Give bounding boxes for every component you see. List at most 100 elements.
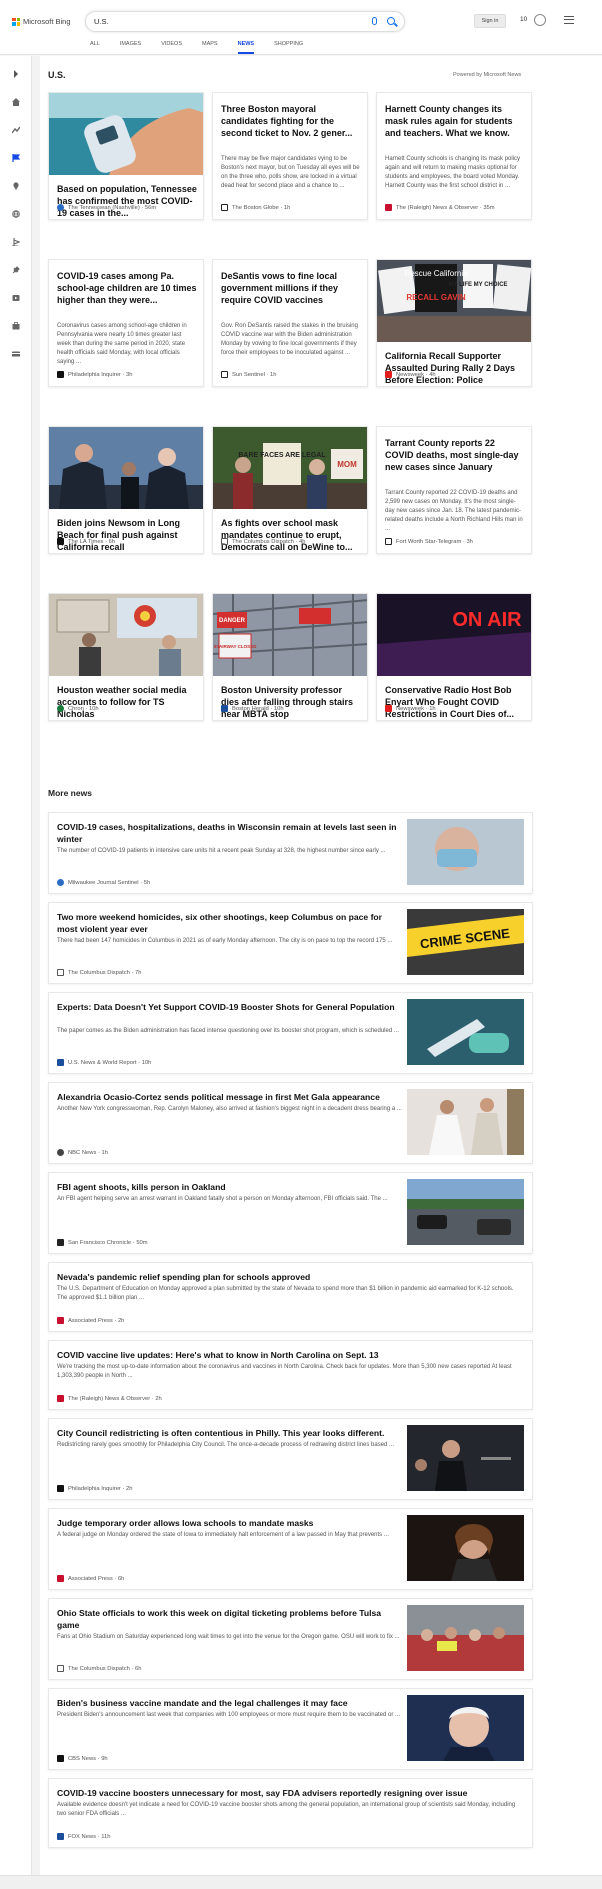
hamburger-menu-icon[interactable] [564, 16, 574, 24]
card-source[interactable]: Chron · 10h [57, 705, 99, 712]
news-list-item[interactable]: Alexandria Ocasio-Cortez sends political… [48, 1082, 533, 1164]
card-headline[interactable]: Harnett County changes its mask rules ag… [385, 103, 525, 151]
tab-videos[interactable]: VIDEOS [161, 41, 182, 54]
list-source[interactable]: FOX News · 11h [57, 1833, 110, 1840]
news-list-item[interactable]: COVID-19 cases, hospitalizations, deaths… [48, 812, 533, 894]
card-headline[interactable]: California Recall Supporter Assaulted Du… [385, 350, 525, 386]
news-card[interactable]: Three Boston mayoral candidates fighting… [212, 92, 368, 220]
card-headline[interactable]: Biden joins Newsom in Long Beach for fin… [57, 517, 197, 553]
list-source[interactable]: Philadelphia Inquirer · 2h [57, 1485, 132, 1492]
card-headline[interactable]: DeSantis vows to fine local government m… [221, 270, 361, 318]
tab-all[interactable]: ALL [90, 41, 100, 54]
card-source[interactable]: The Boston Globe · 1h [221, 204, 290, 211]
list-source[interactable]: NBC News · 1h [57, 1149, 108, 1156]
news-card[interactable]: DeSantis vows to fine local government m… [212, 259, 368, 387]
globe-icon[interactable] [12, 210, 20, 218]
list-headline[interactable]: City Council redistricting is often cont… [57, 1427, 402, 1439]
card-source[interactable]: The Tennessean (Nashville) · 56m [57, 204, 156, 211]
news-list-item[interactable]: COVID vaccine live updates: Here's what … [48, 1340, 533, 1410]
news-list-item[interactable]: Nevada's pandemic relief spending plan f… [48, 1262, 533, 1332]
list-headline[interactable]: Experts: Data Doesn't Yet Support COVID-… [57, 1001, 402, 1013]
tab-shopping[interactable]: SHOPPING [274, 41, 303, 54]
trending-icon[interactable] [12, 126, 20, 134]
list-source[interactable]: San Francisco Chronicle · 50m [57, 1239, 148, 1246]
news-card[interactable]: DANGER STAIRWAY CLOSED Boston University… [212, 593, 368, 721]
news-list-item[interactable]: Judge temporary order allows Iowa school… [48, 1508, 533, 1590]
source-logo-icon [385, 705, 392, 712]
card-source[interactable]: Boston Herald · 10h [221, 705, 284, 712]
card-source[interactable]: Newsweek · 1h [385, 705, 436, 712]
list-headline[interactable]: Nevada's pandemic relief spending plan f… [57, 1271, 517, 1283]
money-icon[interactable] [12, 350, 20, 358]
card-source[interactable]: The (Raleigh) News & Observer · 35m [385, 204, 495, 211]
list-headline[interactable]: Alexandria Ocasio-Cortez sends political… [57, 1091, 402, 1103]
tab-maps[interactable]: MAPS [202, 41, 218, 54]
card-source[interactable]: The Columbus Dispatch · 4h [221, 538, 305, 545]
card-headline[interactable]: As fights over school mask mandates cont… [221, 517, 361, 553]
list-headline[interactable]: COVID-19 vaccine boosters unnecessary fo… [57, 1787, 517, 1799]
news-card[interactable]: Tarrant County reports 22 COVID deaths, … [376, 426, 532, 554]
news-card[interactable]: Biden joins Newsom in Long Beach for fin… [48, 426, 204, 554]
card-headline[interactable]: Boston University professor dies after f… [221, 684, 361, 720]
card-headline[interactable]: Three Boston mayoral candidates fighting… [221, 103, 361, 151]
list-headline[interactable]: COVID-19 cases, hospitalizations, deaths… [57, 821, 402, 845]
news-list-item[interactable]: Ohio State officials to work this week o… [48, 1598, 533, 1680]
news-card[interactable]: Harnett County changes its mask rules ag… [376, 92, 532, 220]
list-headline[interactable]: FBI agent shoots, kills person in Oaklan… [57, 1181, 402, 1193]
search-icon[interactable] [387, 17, 395, 25]
microphone-icon[interactable] [372, 17, 377, 25]
list-source[interactable]: Milwaukee Journal Sentinel · 5h [57, 879, 150, 886]
us-flag-icon[interactable] [12, 154, 20, 162]
list-headline[interactable]: Ohio State officials to work this week o… [57, 1607, 402, 1631]
card-headline[interactable]: Houston weather social media accounts to… [57, 684, 197, 720]
entertainment-icon[interactable] [12, 294, 20, 302]
rewards-trophy-icon[interactable] [534, 14, 546, 26]
bing-logo[interactable]: Microsoft Bing [12, 17, 71, 26]
tab-news[interactable]: NEWS [237, 41, 255, 54]
home-icon[interactable] [12, 98, 20, 106]
list-headline[interactable]: Biden's business vaccine mandate and the… [57, 1697, 402, 1709]
sign-in-button[interactable]: Sign in [474, 14, 506, 28]
list-source[interactable]: CBS News · 9h [57, 1755, 108, 1762]
news-list-item[interactable]: City Council redistricting is often cont… [48, 1418, 533, 1500]
technology-icon[interactable] [12, 266, 20, 274]
location-pin-icon[interactable] [12, 182, 20, 190]
card-headline[interactable]: Tarrant County reports 22 COVID deaths, … [385, 437, 525, 485]
list-source[interactable]: Associated Press · 2h [57, 1317, 124, 1324]
card-source[interactable]: Sun Sentinel · 1h [221, 371, 276, 378]
news-card[interactable]: Houston weather social media accounts to… [48, 593, 204, 721]
politics-icon[interactable] [12, 238, 20, 246]
card-source[interactable]: Philadelphia Inquirer · 3h [57, 371, 132, 378]
card-headline[interactable]: COVID-19 cases among Pa. school-age chil… [57, 270, 197, 318]
news-list-item[interactable]: FBI agent shoots, kills person in Oaklan… [48, 1172, 533, 1254]
list-headline[interactable]: Two more weekend homicides, six other sh… [57, 911, 402, 935]
expand-chevron-icon[interactable] [12, 70, 20, 78]
news-card[interactable]: Based on population, Tennessee has confi… [48, 92, 204, 220]
rewards-count[interactable]: 10 [520, 16, 527, 23]
news-list-item[interactable]: Experts: Data Doesn't Yet Support COVID-… [48, 992, 533, 1074]
card-headline[interactable]: Based on population, Tennessee has confi… [57, 183, 197, 219]
list-source[interactable]: Associated Press · 6h [57, 1575, 124, 1582]
card-source[interactable]: The LA Times · 6h [57, 538, 115, 545]
card-headline[interactable]: Conservative Radio Host Bob Enyart Who F… [385, 684, 525, 720]
news-list-item[interactable]: Two more weekend homicides, six other sh… [48, 902, 533, 984]
search-input[interactable]: U.S. [94, 17, 109, 26]
list-headline[interactable]: Judge temporary order allows Iowa school… [57, 1517, 402, 1529]
list-source[interactable]: The (Raleigh) News & Observer · 2h [57, 1395, 162, 1402]
list-headline[interactable]: COVID vaccine live updates: Here's what … [57, 1349, 517, 1361]
news-card[interactable]: Rescue California RECALL GAVIN MY LIFE M… [376, 259, 532, 387]
business-icon[interactable] [12, 322, 20, 330]
powered-by-label[interactable]: Powered by Microsoft News [453, 72, 521, 78]
card-source[interactable]: Fort Worth Star-Telegram · 3h [385, 538, 473, 545]
tab-images[interactable]: IMAGES [120, 41, 141, 54]
list-source[interactable]: U.S. News & World Report · 10h [57, 1059, 151, 1066]
card-source[interactable]: Newsweek · 4h [385, 371, 436, 378]
news-card[interactable]: BARE FACES ARE LEGAL MOM As fights over … [212, 426, 368, 554]
news-card[interactable]: COVID-19 cases among Pa. school-age chil… [48, 259, 204, 387]
list-source[interactable]: The Columbus Dispatch · 6h [57, 1665, 141, 1672]
news-card[interactable]: ON AIR Conservative Radio Host Bob Enyar… [376, 593, 532, 721]
list-source[interactable]: The Columbus Dispatch · 7h [57, 969, 141, 976]
news-list-item[interactable]: Biden's business vaccine mandate and the… [48, 1688, 533, 1770]
search-box[interactable]: U.S. [85, 11, 405, 32]
news-list-item[interactable]: COVID-19 vaccine boosters unnecessary fo… [48, 1778, 533, 1848]
